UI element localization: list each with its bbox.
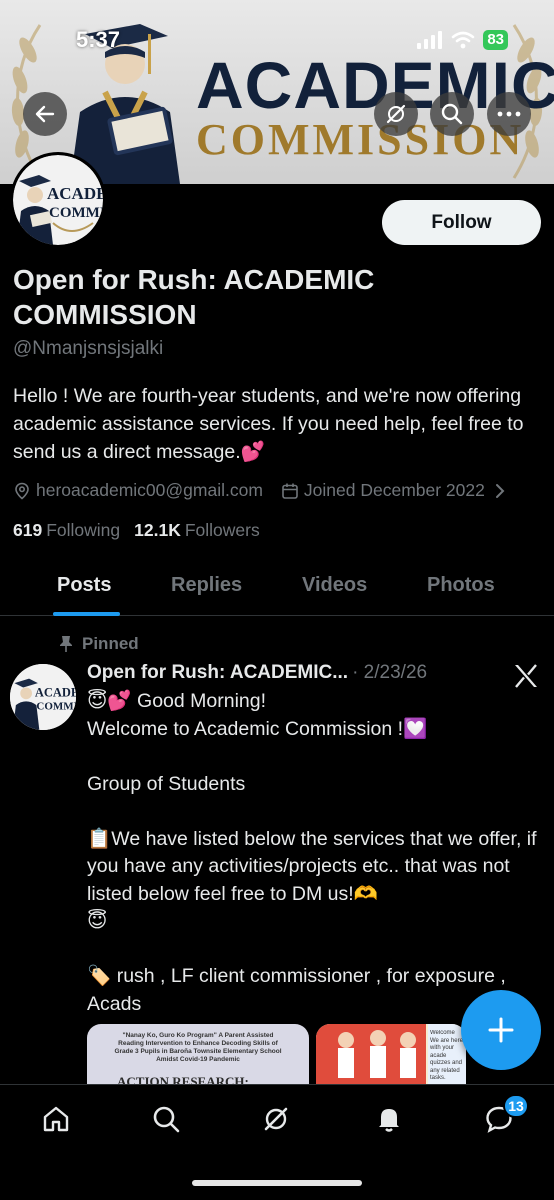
post-line [87, 798, 537, 826]
battery-indicator: 83 [483, 30, 508, 50]
tab-replies[interactable]: Replies [171, 574, 242, 597]
tab-photos[interactable]: Photos [427, 574, 495, 597]
followers-link[interactable]: 12.1K Followers [134, 520, 260, 541]
active-tab-indicator [53, 612, 120, 616]
follow-button[interactable]: Follow [382, 200, 541, 245]
profile-handle: @Nmanjsnsjsjalki [13, 338, 164, 359]
profile-name: Open for Rush: ACADEMIC COMMISSION [13, 264, 375, 330]
home-indicator [192, 1180, 362, 1186]
post-header: Open for Rush: ACADEMIC... · 2/23/26 [87, 662, 427, 684]
post-media-image-1[interactable]: "Nanay Ko, Guro Ko Program" A Parent Ass… [87, 1024, 309, 1084]
nav-search[interactable] [148, 1101, 184, 1137]
plus-icon [488, 1017, 514, 1043]
profile-bio: Hello ! We are fourth-year students, and… [13, 385, 524, 463]
profile-counts: 619 Following 12.1K Followers [13, 520, 260, 541]
nav-notifications[interactable] [371, 1101, 407, 1137]
profile-meta: heroacademic00@gmail.com Joined December… [13, 480, 548, 501]
nav-home[interactable] [38, 1101, 74, 1137]
compose-post-button[interactable] [461, 990, 541, 1070]
post-avatar[interactable]: ACADE COMMIS [10, 664, 76, 730]
post-date[interactable]: · 2/23/26 [352, 662, 427, 684]
media1-heading: ACTION RESEARCH: [117, 1074, 249, 1084]
signal-icon [417, 31, 443, 49]
profile-tabs: Posts Replies Videos Photos [0, 560, 554, 616]
post-line: 📋We have listed below the services that … [87, 827, 537, 905]
banner-subtitle: COMMISSION [196, 115, 525, 164]
profile-email[interactable]: heroacademic00@gmail.com [13, 480, 263, 501]
more-options-button[interactable] [487, 92, 531, 136]
status-time: 5:37 [76, 27, 121, 52]
followers-label: Followers [184, 520, 260, 540]
pinned-text: Pinned [82, 634, 139, 653]
grok-button[interactable] [374, 92, 418, 136]
post-media-image-2[interactable]: Welcome We are here with your acade quiz… [316, 1024, 466, 1084]
post-body: 😇💕 Good Morning! Welcome to Academic Com… [87, 688, 537, 1018]
profile-joined: Joined December 2022 [281, 480, 485, 501]
arrow-left-icon [35, 105, 55, 123]
post-line: 😇💕 Good Morning! [87, 690, 267, 712]
search-button[interactable] [430, 92, 474, 136]
wifi-icon [452, 31, 475, 49]
pin-icon [60, 636, 72, 652]
post-line [87, 743, 537, 771]
tab-posts[interactable]: Posts [57, 574, 111, 597]
x-logo-icon [515, 664, 537, 688]
svg-text:COMMIS: COMMIS [49, 205, 103, 221]
post-author[interactable]: Open for Rush: ACADEMIC... [87, 662, 348, 684]
following-label: Following [46, 520, 121, 540]
svg-text:ACADE: ACADE [47, 184, 103, 203]
post-line: 😇 [87, 910, 108, 932]
back-button[interactable] [23, 92, 67, 136]
media2-text: Welcome We are here with your acade quiz… [430, 1030, 463, 1081]
profile-joined-text: Joined December 2022 [303, 480, 485, 500]
bell-icon [379, 1109, 399, 1132]
calendar-icon [282, 483, 298, 499]
chevron-right-icon[interactable] [493, 482, 507, 500]
grok-icon [386, 104, 406, 124]
svg-text:ACADE: ACADE [35, 685, 76, 699]
followers-count: 12.1K [134, 520, 181, 540]
more-icon [497, 111, 521, 117]
messages-badge: 13 [503, 1094, 529, 1118]
media1-caption: "Nanay Ko, Guro Ko Program" A Parent Ass… [114, 1032, 282, 1063]
home-icon [43, 1106, 69, 1132]
post-line: Welcome to Academic Commission !💟 [87, 717, 428, 740]
post-line: Group of Students [87, 772, 246, 795]
following-count: 619 [13, 520, 43, 540]
grok-icon [264, 1107, 288, 1131]
search-icon [153, 1106, 180, 1133]
following-link[interactable]: 619 Following [13, 520, 120, 541]
tab-videos[interactable]: Videos [302, 574, 367, 597]
avatar-logo-image: ACADE COMMIS [17, 175, 103, 245]
search-icon [441, 103, 463, 125]
post-avatar-image: ACADE COMMIS [10, 664, 76, 730]
location-pin-icon [15, 482, 29, 500]
svg-text:COMMIS: COMMIS [36, 700, 76, 712]
profile-email-text: heroacademic00@gmail.com [36, 480, 263, 500]
pinned-label: Pinned [58, 634, 139, 654]
post-line [87, 936, 537, 964]
profile-avatar[interactable]: ACADE COMMIS [10, 152, 106, 248]
status-icons: 83 [417, 30, 508, 50]
nav-grok[interactable] [258, 1101, 294, 1137]
